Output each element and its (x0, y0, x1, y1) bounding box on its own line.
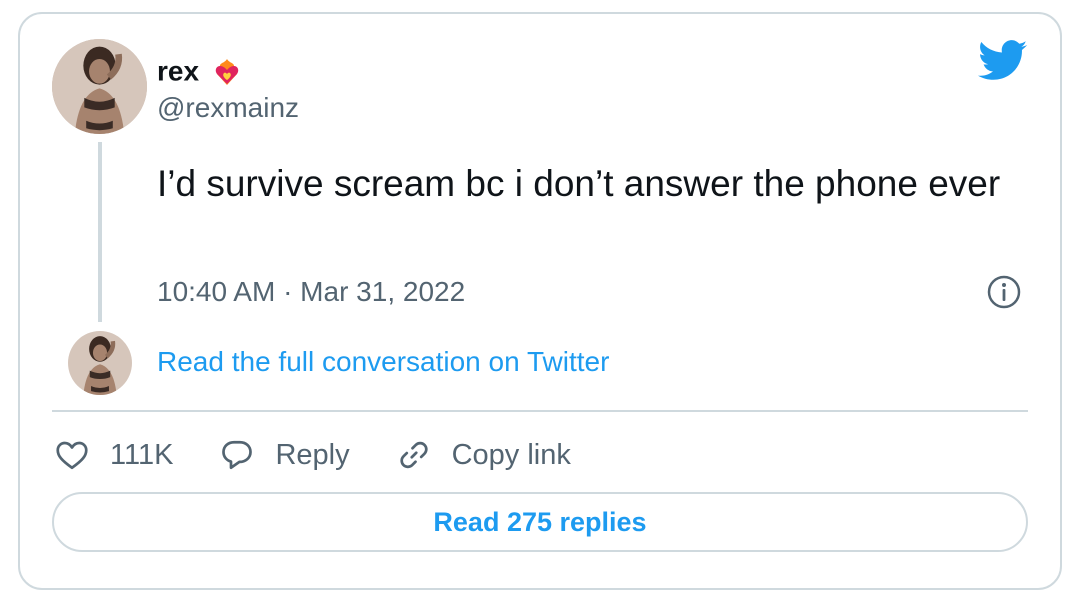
author-avatar[interactable] (52, 39, 147, 134)
read-replies-label: Read 275 replies (433, 506, 647, 537)
avatar-photo (52, 39, 147, 134)
info-icon[interactable] (986, 274, 1022, 310)
link-icon (399, 441, 428, 469)
author-display-name[interactable]: rex (157, 54, 243, 88)
thread-line (98, 142, 102, 322)
tweet-embed-card: rex @rexmainz I’d survive scream bc i do… (18, 12, 1062, 590)
tweet-timestamp[interactable]: 10:40 AM · Mar 31, 2022 (157, 276, 465, 308)
tweet-text: I’d survive scream bc i don’t answer the… (157, 163, 1001, 204)
avatar-photo-small (68, 331, 132, 395)
copy-link-button[interactable]: Copy link (396, 437, 571, 473)
conversation-avatar[interactable] (68, 331, 132, 395)
copy-link-label: Copy link (451, 438, 571, 471)
reply-label: Reply (275, 438, 350, 471)
divider (52, 410, 1028, 412)
action-bar: 111K Reply Copy link (54, 432, 617, 478)
twitter-bird-icon[interactable] (978, 40, 1028, 82)
read-replies-button[interactable]: Read 275 replies (52, 492, 1028, 552)
author-name-text: rex (157, 55, 200, 87)
author-handle[interactable]: @rexmainz (157, 92, 299, 124)
reply-button[interactable]: Reply (219, 437, 350, 473)
read-conversation-link[interactable]: Read the full conversation on Twitter (157, 346, 609, 378)
heart-on-fire-icon (215, 58, 239, 85)
reply-bubble-icon (222, 440, 253, 470)
like-count: 111K (110, 438, 174, 471)
like-button[interactable]: 111K (54, 437, 173, 473)
heart-icon (56, 441, 88, 470)
